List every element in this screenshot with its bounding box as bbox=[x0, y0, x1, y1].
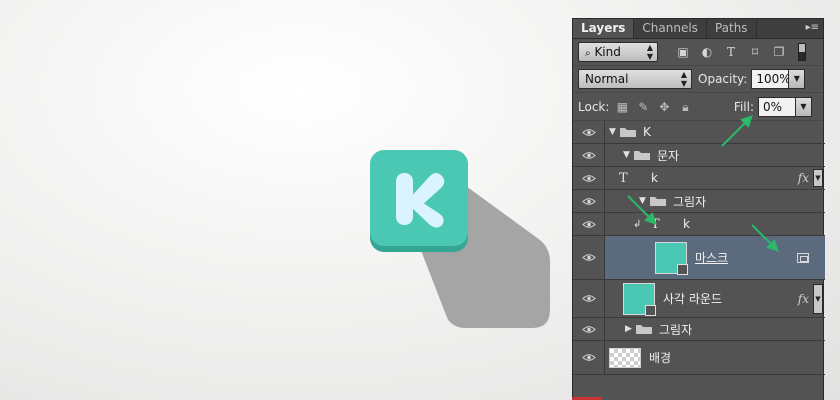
clipping-mask-icon: ↲ bbox=[633, 218, 642, 230]
opacity-label: Opacity: bbox=[698, 72, 748, 86]
layer-thumbnail[interactable] bbox=[655, 241, 688, 275]
lock-label: Lock: bbox=[578, 99, 610, 114]
layer-row-k-group[interactable]: ▼ K bbox=[573, 121, 825, 144]
filter-row: ⌕ Kind ▲ ▼ ▣ ◐ T ⌑ ❐ bbox=[573, 39, 823, 66]
layer-thumbnail[interactable] bbox=[623, 282, 656, 316]
tab-layers[interactable]: Layers bbox=[573, 19, 635, 38]
lock-all-icon[interactable]: 🔒︎ bbox=[677, 99, 693, 115]
visibility-toggle[interactable] bbox=[573, 121, 605, 143]
folder-icon bbox=[634, 151, 650, 160]
layer-row-background[interactable]: 배경 bbox=[573, 341, 825, 375]
effects-expand-icon[interactable]: ▼ bbox=[813, 283, 823, 314]
layer-row-shadow-group[interactable]: ▼ 그림자 bbox=[573, 190, 825, 213]
kind-filter-label: Kind bbox=[594, 45, 621, 59]
text-layer-icon: T bbox=[619, 170, 628, 186]
fill-label: Fill: bbox=[733, 99, 754, 114]
panel-tab-bar: Layers Channels Paths ▸≡ bbox=[573, 19, 823, 39]
lock-position-icon[interactable]: ✥ bbox=[656, 99, 672, 115]
shape-filter-icon[interactable]: ⌑ bbox=[746, 44, 764, 60]
expand-triangle-icon[interactable]: ▼ bbox=[639, 196, 649, 206]
canvas-artwork bbox=[0, 0, 570, 400]
expand-triangle-icon[interactable]: ▼ bbox=[609, 127, 619, 137]
visibility-toggle[interactable] bbox=[573, 213, 605, 235]
search-icon: ⌕ bbox=[585, 48, 591, 59]
image-filter-icon[interactable]: ▣ bbox=[674, 44, 692, 60]
adjustment-filter-icon[interactable]: ◐ bbox=[698, 44, 716, 60]
expand-triangle-icon[interactable]: ▼ bbox=[623, 150, 633, 160]
text-layer-icon: T bbox=[651, 216, 660, 232]
layer-name: 그림자 bbox=[673, 194, 707, 209]
kind-filter-select[interactable]: ⌕ Kind ▲ ▼ bbox=[578, 42, 658, 62]
fill-dropdown-button[interactable]: ▼ bbox=[796, 96, 812, 117]
panel-menu-icon[interactable]: ▸≡ bbox=[805, 22, 819, 34]
visibility-toggle[interactable] bbox=[573, 167, 605, 189]
layer-name: 문자 bbox=[657, 148, 680, 163]
layer-row-clipped-text-k[interactable]: ↲ T k bbox=[573, 213, 825, 236]
visibility-toggle[interactable] bbox=[573, 236, 605, 279]
select-arrows-icon: ▲ ▼ bbox=[680, 70, 687, 88]
layer-name: 사각 라운드 bbox=[663, 292, 723, 306]
fx-icon[interactable]: fx bbox=[798, 171, 809, 185]
visibility-toggle[interactable] bbox=[573, 318, 605, 340]
effects-expand-icon[interactable]: ▼ bbox=[813, 169, 823, 187]
eye-icon bbox=[581, 254, 596, 261]
eye-icon bbox=[581, 151, 596, 159]
layer-name: k bbox=[683, 217, 690, 231]
collapse-triangle-icon[interactable]: ▶ bbox=[625, 324, 635, 334]
eye-icon bbox=[581, 220, 596, 228]
layer-row-shadow-group-collapsed[interactable]: ▶ 그림자 bbox=[573, 318, 825, 341]
eye-icon bbox=[581, 197, 596, 205]
fx-icon[interactable]: fx bbox=[798, 292, 809, 306]
opacity-field[interactable]: 100% bbox=[751, 69, 791, 89]
visibility-toggle[interactable] bbox=[573, 280, 605, 317]
blend-mode-select[interactable]: Normal ▲ ▼ bbox=[578, 69, 692, 89]
layer-name: 그림자 bbox=[659, 322, 693, 337]
smart-object-filter-icon[interactable]: ❐ bbox=[770, 44, 788, 60]
tab-channels[interactable]: Channels bbox=[634, 19, 707, 38]
visibility-toggle[interactable] bbox=[573, 144, 605, 166]
vector-mask-icon bbox=[645, 304, 656, 316]
transparent-thumbnail[interactable] bbox=[609, 347, 641, 368]
eye-icon bbox=[581, 354, 596, 361]
layer-name: k bbox=[651, 171, 658, 185]
layer-row-text-group[interactable]: ▼ 문자 bbox=[573, 144, 825, 167]
layer-list: ▼ K ▼ 문자 T k fx ▼ ▼ 그림자 ↲ T k 마스크 사각 라운드… bbox=[573, 121, 825, 375]
layer-name: K bbox=[643, 125, 651, 139]
layer-name: 배경 bbox=[649, 351, 672, 365]
folder-icon bbox=[636, 325, 652, 334]
opacity-dropdown-button[interactable]: ▼ bbox=[789, 69, 806, 89]
eye-icon bbox=[581, 325, 596, 333]
visibility-toggle[interactable] bbox=[573, 341, 605, 374]
vector-mask-icon bbox=[677, 263, 688, 275]
lock-image-pixels-icon[interactable]: ✎ bbox=[635, 99, 651, 115]
blend-row: Normal ▲ ▼ Opacity: 100% ▼ bbox=[573, 66, 823, 93]
layers-panel: Layers Channels Paths ▸≡ ⌕ Kind ▲ ▼ ▣ ◐ T… bbox=[572, 18, 825, 400]
filter-toggle-switch[interactable] bbox=[798, 43, 806, 61]
lock-transparent-pixels-icon[interactable]: ▦ bbox=[614, 99, 630, 115]
eye-icon bbox=[581, 295, 596, 302]
eye-icon bbox=[581, 174, 596, 182]
fill-field[interactable]: 0% bbox=[758, 96, 796, 117]
select-arrows-icon: ▲ ▼ bbox=[646, 43, 653, 61]
folder-icon bbox=[650, 197, 666, 206]
visibility-toggle[interactable] bbox=[573, 190, 605, 212]
layer-row-mask[interactable]: 마스크 bbox=[573, 236, 825, 280]
blend-mode-value: Normal bbox=[585, 72, 629, 86]
eye-icon bbox=[581, 128, 596, 136]
layer-row-round-rect[interactable]: 사각 라운드 fx ▼ bbox=[573, 280, 825, 318]
folder-icon bbox=[620, 128, 636, 137]
type-filter-icon[interactable]: T bbox=[722, 44, 740, 60]
tab-paths[interactable]: Paths bbox=[707, 19, 757, 38]
lock-row: Lock: ▦ ✎ ✥ 🔒︎ Fill: 0% ▼ bbox=[573, 93, 823, 121]
layer-name: 마스크 bbox=[695, 251, 729, 265]
smart-object-link-icon bbox=[797, 252, 809, 263]
layer-row-text-k[interactable]: T k fx ▼ bbox=[573, 167, 825, 190]
